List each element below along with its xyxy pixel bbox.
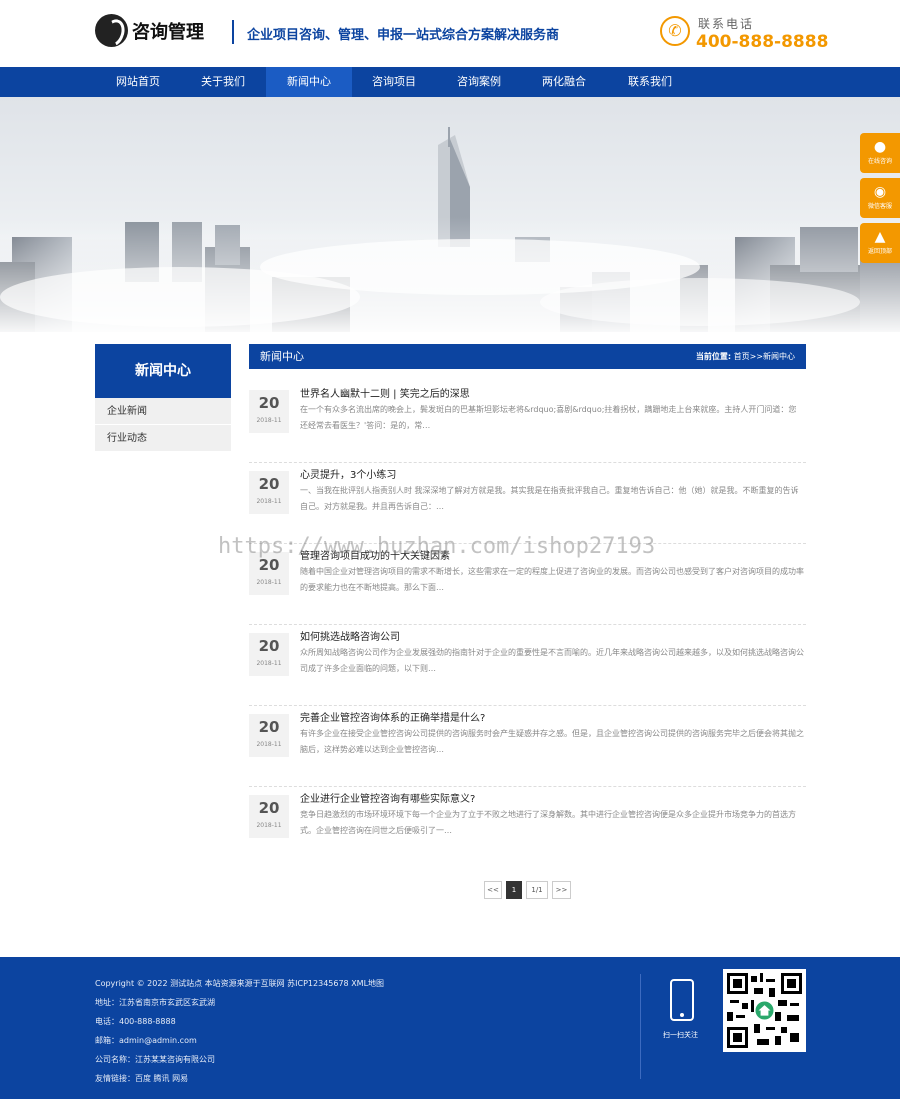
phone-icon: ✆ [660,16,690,46]
news-year-month: 2018-11 [256,660,282,667]
news-item[interactable]: 20 2018-11 如何挑选战略咨询公司 众所周知战略咨询公司作为企业发展强劲… [249,626,806,706]
news-item[interactable]: 20 2018-11 世界名人幽默十二则 | 笑完之后的深思 在一个有众多名流出… [249,383,806,463]
news-year-month: 2018-11 [256,498,282,505]
news-day: 20 [258,718,280,736]
city-skyline-illustration [0,127,900,332]
footer-copyright: Copyright © 2022 测试站点 本站资源来源于互联网 苏ICP123… [95,979,385,988]
nav-item-integration[interactable]: 两化融合 [521,67,607,97]
news-date: 20 2018-11 [249,633,289,676]
float-wechat-button[interactable]: ◉ 微信客服 [860,178,900,218]
footer-phone: 电话：400-888-8888 [95,1017,176,1026]
pagination-current-page[interactable]: 1 [506,881,522,899]
breadcrumb: 当前位置: 首页>>新闻中心 [696,344,795,369]
content-header: 新闻中心 当前位置: 首页>>新闻中心 [249,344,806,369]
breadcrumb-path[interactable]: 首页>>新闻中心 [734,352,795,361]
watermark-text: https://www.huzhan.com/ishop27193 [218,534,656,559]
news-year-month: 2018-11 [256,579,282,586]
news-date: 20 2018-11 [249,471,289,514]
nav-item-projects[interactable]: 咨询项目 [351,67,437,97]
qr-code-icon [727,973,802,1048]
news-item[interactable]: 20 2018-11 企业进行企业管控咨询有哪些实际意义? 竞争日趋激烈的市场环… [249,788,806,868]
site-header: 咨询管理 企业项目咨询、管理、申报一站式综合方案解决服务商 ✆ 联系电话 400… [0,0,900,67]
news-day: 20 [258,799,280,817]
phone-label: 联系电话 [698,17,755,31]
news-day: 20 [258,637,280,655]
news-day: 20 [258,475,280,493]
news-year-month: 2018-11 [256,741,282,748]
news-date: 20 2018-11 [249,795,289,838]
site-logo[interactable]: 咨询管理 [95,14,205,48]
news-item[interactable]: 20 2018-11 心灵提升，3个小练习 一、当我在批评别人指责别人时 我深深… [249,464,806,544]
float-button-label: 在线咨询 [867,158,892,165]
logo-mark-icon [95,14,128,47]
header-divider [232,20,234,44]
news-title[interactable]: 企业进行企业管控咨询有哪些实际意义? [300,790,475,805]
news-summary: 有许多企业在接受企业管控咨询公司提供的咨询服务时会产生疑惑并存之感。但是，且企业… [300,729,804,754]
logo-text: 咨询管理 [132,22,204,43]
pagination-total: 1/1 [526,881,548,899]
nav-item-home[interactable]: 网站首页 [95,67,181,97]
footer-address: 地址：江苏省南京市玄武区玄武湖 [95,998,215,1007]
footer-divider [640,974,641,1079]
news-title[interactable]: 世界名人幽默十二则 | 笑完之后的深思 [300,385,470,400]
news-summary: 一、当我在批评别人指责别人时 我深深地了解对方就是我。其实我是在指责批评我自己。… [300,486,799,511]
nav-item-cases[interactable]: 咨询案例 [436,67,522,97]
news-item[interactable]: 20 2018-11 完善企业管控咨询体系的正确举措是什么? 有许多企业在接受企… [249,707,806,787]
header-slogan: 企业项目咨询、管理、申报一站式综合方案解决服务商 [247,28,560,43]
pagination-prev-button[interactable]: << [484,881,502,899]
footer-email: 邮箱：admin@admin.com [95,1036,197,1045]
content-title: 新闻中心 [260,350,304,363]
sidebar: 新闻中心 企业新闻 行业动态 [95,344,231,452]
nav-item-about[interactable]: 关于我们 [180,67,266,97]
float-button-label: 微信客服 [867,203,892,210]
float-back-to-top-button[interactable]: ▲ 返回顶部 [860,223,900,263]
float-online-consult-button[interactable]: ● 在线咨询 [860,133,900,173]
follow-text: 扫一扫关注 [663,1031,698,1039]
sidebar-item-company-news[interactable]: 企业新闻 [95,398,231,425]
main-nav: 网站首页 关于我们 新闻中心 咨询项目 咨询案例 两化融合 联系我们 [0,67,900,97]
news-summary: 竞争日趋激烈的市场环境环境下每一个企业为了立于不败之地进行了深身解数。其中进行企… [300,810,796,835]
footer-links[interactable]: 友情链接：百度 腾讯 网易 [95,1073,188,1084]
news-day: 20 [258,394,280,412]
news-title[interactable]: 完善企业管控咨询体系的正确举措是什么? [300,709,485,724]
breadcrumb-label: 当前位置: [695,352,732,361]
news-year-month: 2018-11 [256,822,282,829]
news-summary: 众所周知战略咨询公司作为企业发展强劲的指南针对于企业的重要性是不言而喻的。近几年… [300,648,804,673]
nav-item-contact[interactable]: 联系我们 [607,67,693,97]
news-year-month: 2018-11 [256,417,282,424]
news-title[interactable]: 心灵提升，3个小练习 [300,466,396,481]
float-button-label: 返回顶部 [867,248,892,255]
news-date: 20 2018-11 [249,390,289,433]
news-summary: 随着中国企业对管理咨询项目的需求不断增长，这些需求在一定的程度上促进了咨询业的发… [300,567,804,592]
pagination-next-button[interactable]: >> [552,881,571,899]
news-title[interactable]: 如何挑选战略咨询公司 [300,628,400,643]
news-date: 20 2018-11 [249,714,289,757]
sidebar-item-industry-news[interactable]: 行业动态 [95,425,231,452]
news-summary: 在一个有众多名流出席的晚会上，鬓发斑白的巴基斯坦影坛老将&rdquo;喜剧&rd… [300,405,797,430]
wechat-icon: ◉ [873,184,887,200]
site-footer: Copyright © 2022 测试站点 本站资源来源于互联网 苏ICP123… [0,957,900,1099]
nav-item-news[interactable]: 新闻中心 [266,67,352,97]
mobile-phone-icon [670,979,694,1021]
sidebar-title: 新闻中心 [95,344,231,398]
qq-icon: ● [873,139,887,155]
hero-banner [0,97,900,332]
phone-number: 400-888-8888 [696,32,829,52]
top-icon: ▲ [874,229,886,245]
footer-company: 公司名称：江苏某某咨询有限公司 [95,1055,215,1064]
qr-code [723,969,806,1052]
